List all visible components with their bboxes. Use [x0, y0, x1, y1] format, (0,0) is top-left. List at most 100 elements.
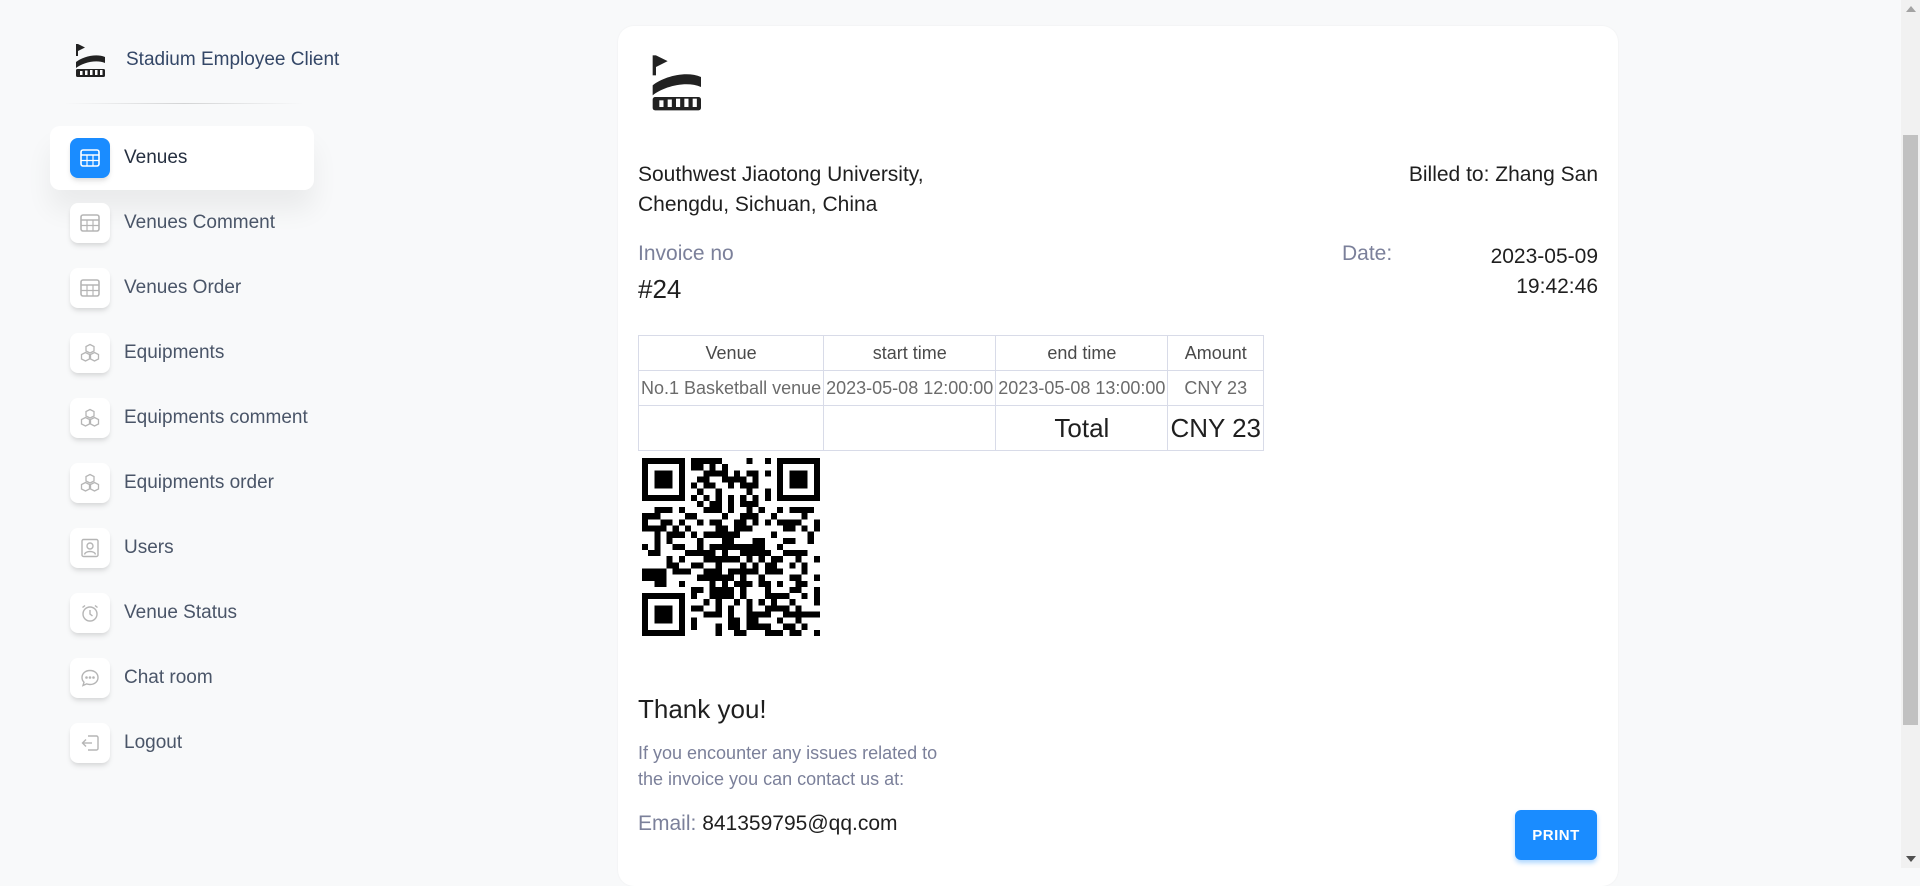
sidebar-item-equipments[interactable]: Equipments: [50, 321, 314, 385]
qr-module: [703, 494, 710, 501]
table-cell: 2023-05-08 13:00:00: [995, 370, 1169, 406]
qr-module: [654, 507, 661, 514]
qr-module: [734, 623, 741, 630]
qr-module: [734, 568, 741, 575]
cubes-icon: [70, 463, 110, 503]
qr-module: [801, 562, 808, 569]
qr-module: [752, 611, 759, 618]
sidebar-item-chat-room[interactable]: Chat room: [50, 646, 314, 710]
qr-module: [642, 470, 649, 477]
print-button[interactable]: PRINT: [1515, 810, 1597, 860]
qr-module: [801, 568, 808, 575]
sidebar-item-users[interactable]: Users: [50, 516, 314, 580]
qr-module: [715, 494, 722, 501]
qr-module: [777, 470, 784, 477]
qr-module: [721, 470, 728, 477]
qr-module: [746, 513, 753, 520]
vertical-scrollbar[interactable]: [1901, 0, 1920, 868]
qr-module: [697, 500, 704, 508]
qr-module: [727, 482, 735, 489]
qr-module: [789, 525, 796, 532]
qr-module: [697, 458, 704, 465]
qr-module: [746, 525, 753, 532]
table-cell: CNY 23: [1167, 370, 1265, 406]
qr-module: [691, 593, 698, 600]
qr-module: [703, 531, 710, 538]
qr-module: [801, 482, 808, 489]
scroll-down-arrow-icon[interactable]: [1906, 856, 1916, 862]
qr-module: [691, 458, 698, 465]
qr-module: [801, 513, 808, 520]
qr-module: [740, 519, 747, 526]
qr-module: [740, 513, 747, 520]
qr-module: [660, 470, 667, 477]
qr-module: [777, 543, 784, 551]
invoice-table: Venue start time end time Amount No.1 Ba…: [637, 335, 1265, 451]
qr-module: [715, 611, 722, 618]
qr-module: [642, 513, 649, 520]
qr-module: [734, 543, 741, 551]
qr-module: [801, 476, 808, 483]
qr-module: [666, 519, 673, 526]
date-time: 19:42:46: [1516, 275, 1598, 298]
qr-module: [795, 617, 802, 624]
brand[interactable]: Stadium Employee Client: [72, 40, 339, 80]
qr-module: [666, 494, 673, 501]
qr-module: [678, 543, 685, 551]
qr-module: [783, 537, 790, 544]
scrollbar-thumb[interactable]: [1903, 135, 1918, 725]
qr-module: [813, 593, 820, 600]
qr-module: [642, 543, 649, 551]
qr-module: [795, 611, 802, 618]
qr-module: [734, 519, 741, 526]
qr-module: [764, 519, 771, 526]
sidebar-item-venues-comment[interactable]: Venues Comment: [50, 191, 314, 255]
sidebar-item-equipments-comment[interactable]: Equipments comment: [50, 386, 314, 450]
qr-module: [727, 617, 735, 624]
cubes-icon: [70, 333, 110, 373]
sidebar-item-logout[interactable]: Logout: [50, 711, 314, 775]
qr-module: [770, 556, 778, 563]
qr-module: [777, 507, 784, 514]
qr-module: [654, 470, 661, 477]
qr-module: [648, 458, 655, 465]
email-value[interactable]: 841359795@qq.com: [702, 812, 897, 835]
qr-module: [691, 464, 698, 471]
qr-module: [691, 531, 698, 538]
qr-module: [642, 458, 649, 465]
qr-module: [746, 580, 753, 587]
qr-module: [764, 458, 771, 465]
table-header-row: Venue start time end time Amount: [637, 335, 1265, 371]
qr-module: [721, 550, 728, 557]
qr-module: [642, 476, 649, 483]
qr-module: [813, 599, 820, 606]
qr-module: [709, 568, 716, 575]
sidebar-item-venues[interactable]: Venues: [50, 126, 314, 190]
qr-module: [678, 568, 685, 575]
qr-module: [721, 476, 728, 483]
sidebar-item-equipments-order[interactable]: Equipments order: [50, 451, 314, 515]
qr-module: [764, 593, 771, 600]
qr-module: [752, 537, 759, 544]
qr-module: [666, 537, 673, 544]
qr-module: [709, 543, 716, 551]
sidebar-item-venues-order[interactable]: Venues Order: [50, 256, 314, 320]
qr-module: [709, 550, 716, 557]
qr-module: [764, 494, 771, 501]
qr-module: [648, 550, 655, 557]
email-line: Email: 841359795@qq.com: [638, 812, 898, 836]
qr-module: [660, 593, 667, 600]
sidebar-item-venue-status[interactable]: Venue Status: [50, 581, 314, 645]
qr-module: [783, 605, 790, 612]
qr-module: [642, 611, 649, 618]
qr-module: [777, 476, 784, 483]
contact-text: If you encounter any issues related to t…: [638, 743, 938, 789]
qr-module: [691, 605, 698, 612]
qr-module: [678, 458, 685, 465]
qr-module: [789, 629, 796, 636]
sidebar-item-label: Chat room: [124, 667, 213, 688]
qr-module: [789, 482, 796, 489]
qr-module: [684, 568, 692, 575]
qr-module: [746, 482, 753, 489]
scroll-up-arrow-icon[interactable]: [1906, 6, 1916, 12]
